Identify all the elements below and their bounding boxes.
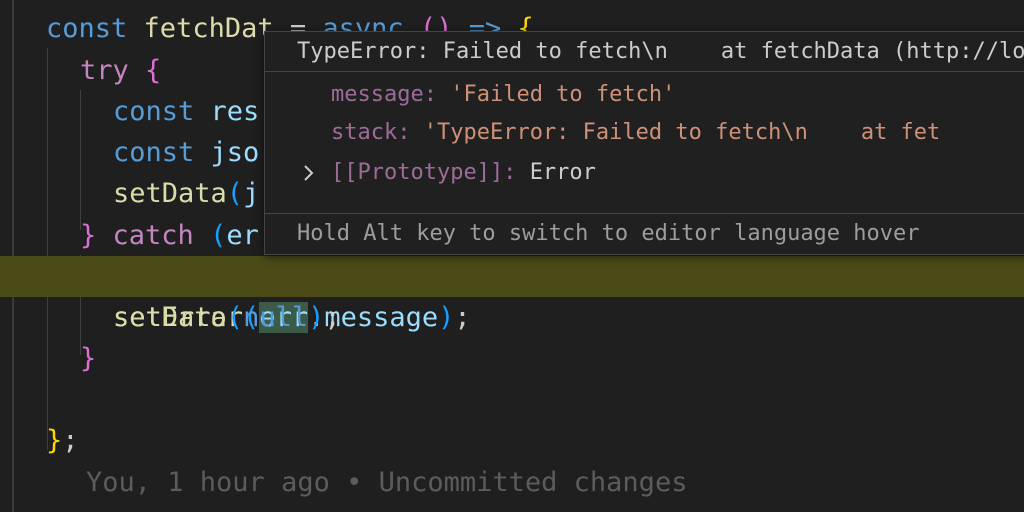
code-line-6: } catch (er [80,215,259,256]
null-literal: null [243,302,309,333]
property-key: [[Prototype]]: [331,160,517,185]
keyword-const: const [113,137,195,168]
property-value: 'Failed to fetch' [450,82,676,107]
paren-open: ( [226,178,244,209]
property-value: Error [529,160,596,185]
brace-close: } [80,220,97,251]
code-line-9: } [80,338,96,379]
chevron-right-icon[interactable] [297,154,321,192]
hover-property-message[interactable]: message: 'Failed to fetch' [331,76,675,114]
paren-open: ( [210,220,227,251]
paren-open: ( [226,302,244,333]
paren-close: ) [308,302,325,333]
function-call: setData [113,178,227,209]
function-name: fetchDat [143,13,274,44]
hover-expression-value[interactable]: TypeError: Failed to fetch\n at fetchDat… [265,32,1024,72]
property-name: message [324,302,439,333]
git-blame-annotation: You, 1 hour ago • Uncommitted changes [86,467,688,498]
variable-name: res [210,96,260,127]
code-line-2: try { [80,50,161,91]
semicolon: ; [454,302,471,333]
hover-property-prototype[interactable]: [[Prototype]]: Error [331,154,596,192]
code-line-4: const jso [113,132,259,173]
code-line-11: }; [46,420,79,461]
hover-property-stack[interactable]: stack: 'TypeError: Failed to fetch\n at … [331,114,940,152]
property-value: 'TypeError: Failed to fetch\n at fet [423,120,941,145]
indent-guide [47,48,48,450]
paren-close: ) [438,302,455,333]
argument: j [243,178,260,209]
indent-guide [80,90,81,230]
semicolon: ; [62,425,79,456]
brace-open: { [145,55,162,86]
keyword-try: try [80,55,129,86]
property-key: stack: [331,120,411,145]
variable-name: jso [210,137,260,168]
semicolon: ; [324,302,341,333]
code-line-3: const res [113,91,259,132]
brace-close: } [80,343,97,374]
debug-hover-widget[interactable]: TypeError: Failed to fetch\n at fetchDat… [264,31,1024,255]
property-key: message: [331,82,437,107]
argument: er [226,220,259,251]
function-call: setData [113,302,227,333]
current-debug-line: setError(err.message); [0,256,1024,333]
brace-close: } [46,425,63,456]
keyword-const: const [46,13,128,44]
hover-status-hint: Hold Alt key to switch to editor languag… [297,221,920,246]
keyword-const: const [113,96,195,127]
keyword-catch: catch [112,220,194,251]
code-editor[interactable]: const fetchDat = async () => { try { con… [0,0,1024,512]
code-line-5: setData(j [113,173,259,214]
code-line-8: setData(null); [113,297,341,338]
